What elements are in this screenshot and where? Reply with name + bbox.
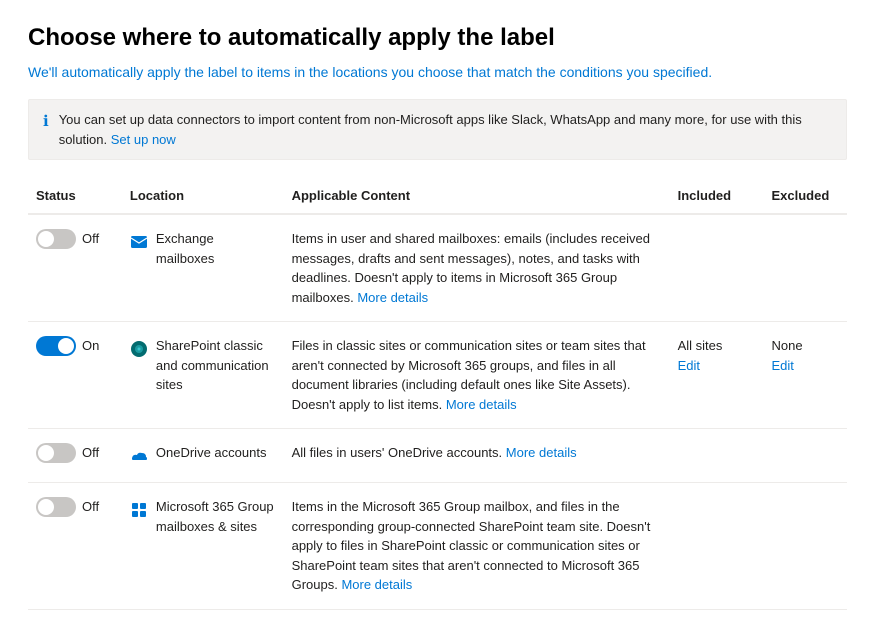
status-cell-m365: Off [28,483,122,610]
included-edit-sharepoint[interactable]: Edit [678,356,756,376]
excluded-cell-sharepoint: None Edit [764,322,848,429]
page-subtitle: We'll automatically apply the label to i… [28,62,847,83]
excluded-cell-onedrive [764,429,848,483]
included-cell-sharepoint: All sites Edit [670,322,764,429]
info-icon: ℹ [43,111,49,134]
table-header-row: Status Location Applicable Content Inclu… [28,180,847,214]
status-cell-exchange: Off [28,214,122,322]
toggle-wrap-sharepoint: On [36,336,114,356]
banner-text: You can set up data connectors to import… [59,110,832,149]
location-icon-m365 [130,498,148,522]
location-name-m365: Microsoft 365 Group mailboxes & sites [156,497,276,536]
location-name-sharepoint: SharePoint classic and communication sit… [156,336,276,395]
location-icon-sharepoint [130,337,148,361]
setup-link[interactable]: Set up now [111,132,176,147]
location-wrap-sharepoint: SharePoint classic and communication sit… [130,336,276,395]
status-cell-sharepoint: On [28,322,122,429]
page-title: Choose where to automatically apply the … [28,24,847,52]
more-details-m365[interactable]: More details [341,577,412,592]
excluded-edit-sharepoint[interactable]: Edit [772,356,840,376]
excluded-cell-exchange [764,214,848,322]
content-cell-sharepoint: Files in classic sites or communication … [284,322,670,429]
content-cell-exchange: Items in user and shared mailboxes: emai… [284,214,670,322]
toggle-label-sharepoint: On [82,336,99,356]
table-row: Off OneDrive accounts All files in users… [28,429,847,483]
content-text-m365: Items in the Microsoft 365 Group mailbox… [292,499,651,592]
toggle-label-exchange: Off [82,229,99,249]
toggle-label-onedrive: Off [82,443,99,463]
included-cell-onedrive [670,429,764,483]
location-cell-onedrive: OneDrive accounts [122,429,284,483]
table-row: On SharePoint classic and communication … [28,322,847,429]
col-header-location: Location [122,180,284,214]
excluded-value-sharepoint: None [772,336,840,356]
table-row: Off Microsoft 365 Group mailboxes & site… [28,483,847,610]
toggle-label-m365: Off [82,497,99,517]
info-banner: ℹ You can set up data connectors to impo… [28,99,847,160]
col-header-included: Included [670,180,764,214]
location-icon-onedrive [130,444,148,468]
content-cell-m365: Items in the Microsoft 365 Group mailbox… [284,483,670,610]
included-value-sharepoint: All sites [678,336,756,356]
location-wrap-exchange: Exchange mailboxes [130,229,276,268]
location-cell-m365: Microsoft 365 Group mailboxes & sites [122,483,284,610]
toggle-wrap-exchange: Off [36,229,114,249]
col-header-content: Applicable Content [284,180,670,214]
locations-table: Status Location Applicable Content Inclu… [28,180,847,610]
location-wrap-m365: Microsoft 365 Group mailboxes & sites [130,497,276,536]
col-header-excluded: Excluded [764,180,848,214]
location-cell-exchange: Exchange mailboxes [122,214,284,322]
location-name-exchange: Exchange mailboxes [156,229,276,268]
col-header-status: Status [28,180,122,214]
status-cell-onedrive: Off [28,429,122,483]
excluded-cell-m365 [764,483,848,610]
location-cell-sharepoint: SharePoint classic and communication sit… [122,322,284,429]
toggle-wrap-onedrive: Off [36,443,114,463]
location-icon-exchange [130,230,148,254]
table-row: Off Exchange mailboxes Items in user and… [28,214,847,322]
location-name-onedrive: OneDrive accounts [156,443,267,463]
toggle-m365[interactable] [36,497,76,517]
content-text-onedrive: All files in users' OneDrive accounts. M… [292,445,577,460]
included-cell-m365 [670,483,764,610]
content-text-exchange: Items in user and shared mailboxes: emai… [292,231,650,305]
toggle-onedrive[interactable] [36,443,76,463]
more-details-exchange[interactable]: More details [357,290,428,305]
more-details-sharepoint[interactable]: More details [446,397,517,412]
included-cell-exchange [670,214,764,322]
content-text-sharepoint: Files in classic sites or communication … [292,338,646,412]
content-cell-onedrive: All files in users' OneDrive accounts. M… [284,429,670,483]
toggle-wrap-m365: Off [36,497,114,517]
location-wrap-onedrive: OneDrive accounts [130,443,276,468]
toggle-sharepoint[interactable] [36,336,76,356]
more-details-onedrive[interactable]: More details [506,445,577,460]
toggle-exchange[interactable] [36,229,76,249]
